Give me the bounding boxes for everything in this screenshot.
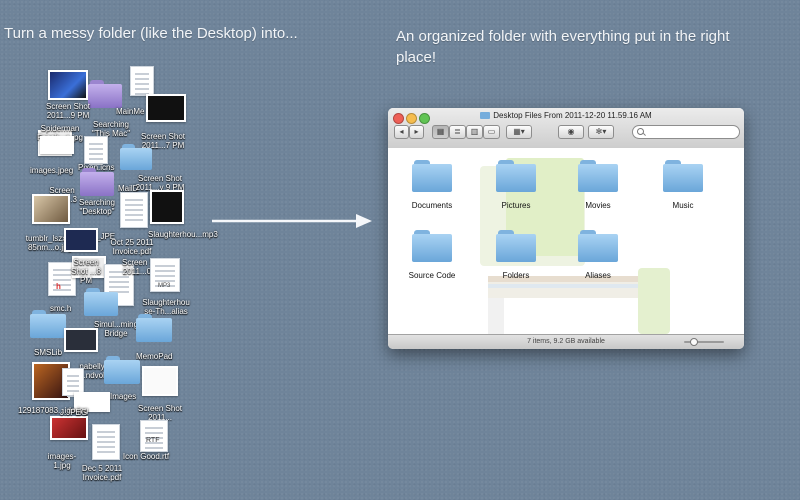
folder-icon [480,112,491,119]
arrange-icon: ▦▾ [513,127,525,136]
file-label: Simul...ming Bridge [94,320,139,338]
folder-name: Movies [585,201,611,210]
back-icon: ◂ [399,127,404,136]
screenshot-thumb[interactable] [64,328,98,352]
folder-content: Documents Pictures Movies Music Source C… [388,148,744,334]
folder-icon [578,230,618,262]
spreadsheet-thumb[interactable] [142,366,178,396]
folder-item[interactable]: Pictures [476,160,556,210]
column-view-icon: ▥ [470,127,479,136]
list-view-button[interactable]: ≣ [449,125,466,139]
photo-thumb[interactable] [50,416,88,440]
icon-size-slider[interactable] [684,338,724,346]
folder-name: Folders [502,271,530,280]
quicklook-eye-icon: ◉ [567,127,575,136]
folder-name: Music [672,201,694,210]
window-title-wrap: Desktop Files From 2011-12-20 11.59.16 A… [388,111,744,120]
folder-item[interactable]: Music [643,160,723,210]
folder-icon [412,160,452,192]
music-icon[interactable] [150,190,184,224]
file-label: J.JPEG [60,408,88,417]
slider-knob[interactable] [690,338,698,346]
folder-item[interactable]: Source Code [392,230,472,280]
folder-item[interactable]: Aliases [558,230,638,280]
folder-item[interactable]: Documents [392,160,472,210]
document-icon[interactable] [92,424,120,460]
file-type-label: RTF [146,437,160,444]
folder-icon[interactable] [104,356,140,384]
file-label: Dec 5 2011 Invoice.pdf [81,464,123,482]
caption-left: Turn a messy folder (like the Desktop) i… [4,25,298,42]
file-label: MainMe [116,107,145,116]
folder-name: Pictures [501,201,531,210]
icon-view-button[interactable]: ▦ [432,125,449,139]
forward-icon: ▸ [414,127,419,136]
coverflow-view-button[interactable]: ▭ [483,125,500,139]
folder-icon [412,230,452,262]
folder-icon[interactable] [30,310,66,338]
folder-name: Aliases [585,271,611,280]
messy-desktop: Screen Shot 2011...9 PM MainMe Spiderman… [0,60,218,490]
gun-image-thumb[interactable] [40,136,74,154]
folder-icon[interactable] [136,314,172,342]
pdf-document-icon[interactable] [120,192,148,228]
purple-folder-icon[interactable] [88,80,122,108]
arrange-button[interactable]: ▦▾ [506,125,532,139]
folder-icon [496,230,536,262]
file-label: Searching "Desktop" [78,198,116,216]
file-label: Oct 25 2011 Invoice.pdf [110,238,154,256]
quicklook-button[interactable]: ◉ [558,125,584,139]
folder-icon[interactable] [120,144,152,170]
search-field[interactable] [632,125,740,139]
list-view-icon: ≣ [454,127,461,136]
file-label: MemoPad [136,352,173,361]
file-label: Screen Shot 2011...9 PM [45,102,91,120]
file-label: Screen Shot ...8 PM [71,258,101,285]
status-bar: 7 items, 9.2 GB available [388,334,744,349]
file-type-label: h [56,282,61,291]
window-toolbar: Desktop Files From 2011-12-20 11.59.16 A… [388,108,744,149]
file-label: images.jpeg [30,166,74,175]
photo-thumb[interactable] [32,194,70,224]
folder-name: Source Code [408,271,456,280]
folder-icon [578,160,618,192]
back-button[interactable]: ◂ [394,125,409,139]
caption-right: An organized folder with everything put … [396,28,730,66]
icon-view-icon: ▦ [436,127,445,136]
folder-item[interactable]: Movies [558,160,638,210]
folder-icon[interactable] [84,288,118,316]
search-icon [637,128,644,135]
finder-window[interactable]: Desktop Files From 2011-12-20 11.59.16 A… [388,108,744,349]
icns-file-icon[interactable] [84,136,108,164]
action-button[interactable]: ✻▾ [588,125,614,139]
screenshot-thumb[interactable] [146,94,186,122]
folder-icon [496,160,536,192]
forward-button[interactable]: ▸ [409,125,424,139]
coverflow-view-icon: ▭ [487,127,496,136]
file-label: Slaughterhou...mp3 [148,230,218,239]
folder-icon [663,160,703,192]
document-icon[interactable] [130,66,154,96]
file-label: Icon Good.rtf [122,452,170,461]
screenshot-thumb[interactable] [48,70,88,100]
file-label: SMSLib [34,348,63,357]
file-label: Images [110,392,137,401]
folder-name: Documents [411,201,453,210]
purple-folder-icon[interactable] [80,168,114,196]
file-label: images-1.jpg [47,452,77,470]
arrow-right-icon [212,214,372,228]
gear-icon: ✻▾ [595,127,607,136]
column-view-button[interactable]: ▥ [466,125,483,139]
folder-item[interactable]: Folders [476,230,556,280]
screenshot-thumb[interactable] [64,228,98,252]
file-type-label: MP3 [158,283,171,289]
window-title: Desktop Files From 2011-12-20 11.59.16 A… [493,111,652,120]
